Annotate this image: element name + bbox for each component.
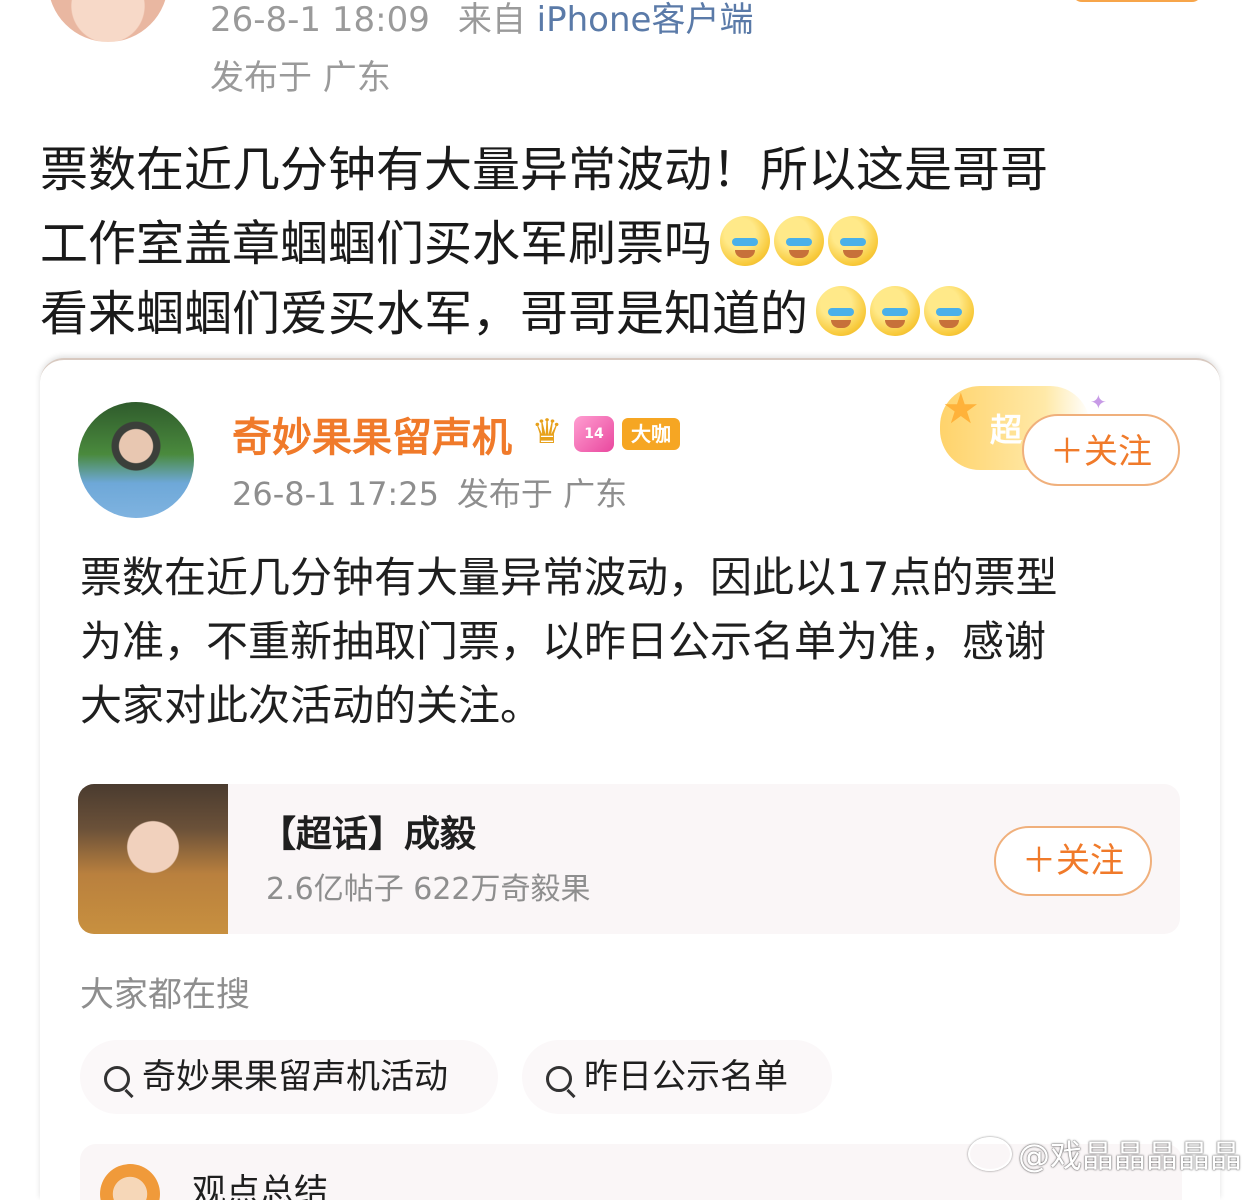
star-icon: ★ [942,384,980,433]
crying-emoji-icon [816,286,867,336]
search-icon [546,1066,572,1092]
follow-tab[interactable] [1072,0,1202,2]
super-fan-label: 超 [990,411,1023,449]
quoted-body-line-1: 票数在近几分钟有大量异常波动，因此以17点的票型 [80,553,1058,602]
post-text-line-2: 工作室盖章蝈蝈们买水军刷票吗 [40,214,879,274]
supertopic-cover-image [78,784,228,934]
summary-title: 观点总结 [192,1172,328,1200]
crying-emoji-icon [924,286,975,336]
crown-badge-icon: ♛ [531,412,563,452]
supertopic-stats: 2.6亿帖子 622万奇毅果 [266,872,591,907]
search-chip[interactable]: 奇妙果果留声机活动 [80,1040,498,1114]
quoted-username[interactable]: 奇妙果果留声机 [232,412,512,464]
crying-emoji-icon [774,216,825,266]
quoted-body: 票数在近几分钟有大量异常波动，因此以17点的票型 为准，不重新抽取门票，以昨日公… [80,546,1180,738]
supertopic-title: 【超话】成毅 [260,814,477,855]
quoted-body-line-2: 为准，不重新抽取门票，以昨日公示名单为准，感谢 [80,617,1047,666]
daka-badge: 大咖 [622,418,680,450]
follow-button[interactable]: ＋关注 [1022,414,1180,486]
diamond-level-badge-icon: 14 [574,416,614,452]
post-timestamp: 26-8-1 18:09 [210,0,430,40]
supertopic-card[interactable]: 【超话】成毅 2.6亿帖子 622万奇毅果 ＋关注 [78,784,1180,934]
crying-emoji-icon [870,286,921,336]
quoted-author-avatar[interactable] [78,402,194,518]
quoted-post-card: 奇妙果果留声机 ♛ 14 大咖 26-8-1 17:25 发布于 广东 ★ 超 ✦… [40,358,1220,1200]
post-text-line-3: 看来蝈蝈们爱买水军，哥哥是知道的 [40,284,975,344]
quoted-location: 发布于 广东 [456,475,628,513]
search-icon [104,1066,130,1092]
crying-emoji-icon [828,216,879,266]
post-text-line-1: 票数在近几分钟有大量异常波动！所以这是哥哥 [40,142,1049,198]
watermark-text: @戏晶晶晶晶晶 [1018,1137,1243,1175]
sparkle-icon: ✦ [1090,390,1107,414]
quoted-timestamp: 26-8-1 17:25 [232,475,439,513]
search-chip-label: 奇妙果果留声机活动 [142,1057,448,1097]
quoted-body-line-3: 大家对此次活动的关注。 [80,681,543,730]
search-chip[interactable]: 昨日公示名单 [522,1040,832,1114]
source-prefix: 来自 [457,0,526,40]
supertopic-follow-button[interactable]: ＋关注 [994,826,1152,896]
author-avatar[interactable] [48,0,168,42]
source-client-link[interactable]: iPhone客户端 [537,0,754,40]
post-meta: 26-8-1 18:09 来自 iPhone客户端 [210,0,753,40]
post-location: 发布于 广东 [210,58,391,98]
search-chip-label: 昨日公示名单 [584,1057,788,1097]
crying-emoji-icon [720,216,771,266]
quoted-meta: 26-8-1 17:25 发布于 广东 [232,472,627,516]
weibo-watermark: @戏晶晶晶晶晶 [968,1136,1242,1176]
trending-search-heading: 大家都在搜 [80,975,250,1015]
weibo-logo-icon [968,1137,1012,1171]
